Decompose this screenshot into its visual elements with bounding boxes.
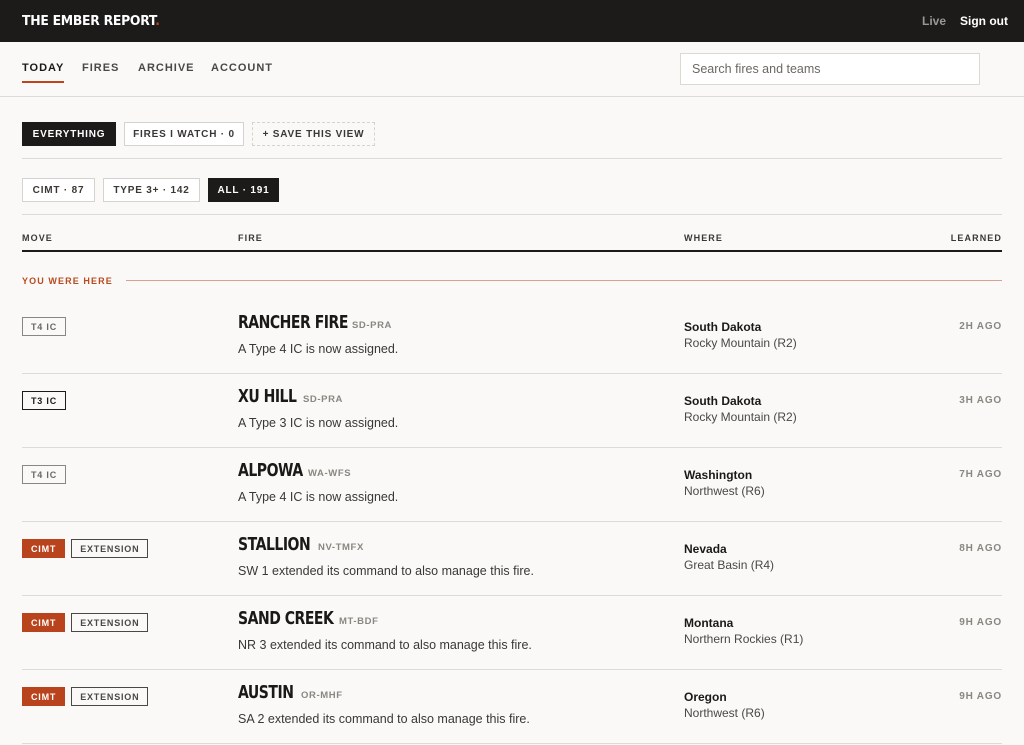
- main-nav: TODAY FIRES ARCHIVE ACCOUNT: [0, 42, 1024, 97]
- move-badge: CIMT: [22, 613, 66, 632]
- view-fires-i-watch[interactable]: FIRES I WATCH · 0: [124, 122, 244, 146]
- tab-label: TODAY: [22, 62, 65, 74]
- location-region: Rocky Mountain (R2): [684, 410, 797, 424]
- fire-name-link[interactable]: XU HILL: [238, 387, 297, 407]
- location-region: Northwest (R6): [684, 484, 765, 498]
- move-badges: CIMT EXTENSION: [22, 687, 149, 706]
- fire-name-link[interactable]: STALLION: [238, 535, 311, 555]
- view-everything[interactable]: EVERYTHING: [22, 122, 116, 146]
- move-badge: CIMT: [22, 687, 66, 706]
- active-tab-underline: [22, 81, 65, 83]
- tab-today[interactable]: TODAY: [22, 62, 65, 83]
- sign-out-link[interactable]: Sign out: [960, 14, 1008, 28]
- header-rule: [22, 250, 1002, 252]
- table-row[interactable]: CIMT EXTENSION AUSTIN OR-MHF SA 2 extended i…: [22, 670, 1002, 744]
- move-badge: T4 IC: [22, 465, 67, 484]
- move-badges: CIMT EXTENSION: [22, 539, 149, 558]
- fire-code: OR-MHF: [301, 690, 343, 701]
- table-row[interactable]: T4 IC ALPOWA WA-WFS A Type 4 IC is now assi…: [22, 448, 1002, 522]
- location-region: Northern Rockies (R1): [684, 632, 804, 646]
- fire-code: WA-WFS: [308, 468, 352, 479]
- learned-time: 9H AGO: [959, 691, 1002, 702]
- column-header-learned: LEARNED: [950, 233, 1002, 243]
- fire-name-link[interactable]: RANCHER FIRE: [238, 313, 348, 333]
- fire-description: A Type 4 IC is now assigned.: [238, 490, 399, 504]
- location-state: South Dakota: [684, 394, 762, 408]
- divider: [22, 214, 1002, 215]
- brand-name: THE EMBER REPORT: [22, 13, 156, 29]
- move-badge: T3 IC: [22, 391, 67, 410]
- location-region: Rocky Mountain (R2): [684, 336, 797, 350]
- move-badge: CIMT: [22, 539, 66, 558]
- live-link[interactable]: Live: [922, 14, 946, 28]
- brand-logo[interactable]: THE EMBER REPORT.: [22, 13, 160, 29]
- learned-time: 9H AGO: [959, 617, 1002, 628]
- location-state: Montana: [684, 616, 734, 630]
- fire-code: SD-PRA: [303, 394, 344, 405]
- move-badge: EXTENSION: [71, 687, 149, 706]
- you-were-here-line: [126, 280, 1002, 281]
- fire-description: A Type 4 IC is now assigned.: [238, 342, 399, 356]
- move-badges: T4 IC: [22, 465, 67, 484]
- column-header-move: MOVE: [22, 233, 53, 243]
- tab-account[interactable]: ACCOUNT: [211, 62, 273, 74]
- save-view-button[interactable]: + SAVE THIS VIEW: [252, 122, 375, 146]
- fire-description: SW 1 extended its command to also manage…: [238, 564, 534, 578]
- move-badges: CIMT EXTENSION: [22, 613, 149, 632]
- filter-cimt[interactable]: CIMT · 87: [22, 178, 95, 202]
- column-header-where: WHERE: [684, 233, 723, 243]
- fire-name-link[interactable]: SAND CREEK: [238, 609, 334, 629]
- location-state: Nevada: [684, 542, 727, 556]
- location-state: Oregon: [684, 690, 727, 704]
- learned-time: 8H AGO: [959, 543, 1002, 554]
- brand-dot: .: [155, 13, 160, 29]
- learned-time: 3H AGO: [959, 395, 1002, 406]
- location-region: Great Basin (R4): [684, 558, 775, 572]
- location-region: Northwest (R6): [684, 706, 765, 720]
- table-row[interactable]: T3 IC XU HILL SD-PRA A Type 3 IC is now ass…: [22, 374, 1002, 448]
- fire-code: SD-PRA: [352, 320, 393, 331]
- move-badges: T4 IC: [22, 317, 67, 336]
- tab-archive[interactable]: ARCHIVE: [138, 62, 195, 74]
- search-input[interactable]: [680, 53, 980, 85]
- you-were-here-label: YOU WERE HERE: [22, 276, 113, 286]
- learned-time: 7H AGO: [959, 469, 1002, 480]
- divider: [22, 158, 1002, 159]
- location-state: South Dakota: [684, 320, 762, 334]
- table-row[interactable]: CIMT EXTENSION STALLION NV-TMFX SW 1 extende…: [22, 522, 1002, 596]
- fire-name-link[interactable]: AUSTIN: [238, 683, 294, 703]
- fire-description: SA 2 extended its command to also manage…: [238, 712, 530, 726]
- top-bar: THE EMBER REPORT. Live Sign out: [0, 0, 1024, 42]
- fire-code: NV-TMFX: [318, 542, 364, 553]
- location-state: Washington: [684, 468, 753, 482]
- tab-fires[interactable]: FIRES: [82, 62, 119, 74]
- fire-name-link[interactable]: ALPOWA: [238, 461, 303, 481]
- fire-code: MT-BDF: [339, 616, 379, 627]
- move-badge: EXTENSION: [71, 613, 149, 632]
- filter-type3-plus[interactable]: TYPE 3+ · 142: [103, 178, 200, 202]
- move-badge: EXTENSION: [71, 539, 149, 558]
- fire-description: A Type 3 IC is now assigned.: [238, 416, 399, 430]
- move-badges: T3 IC: [22, 391, 67, 410]
- column-header-fire: FIRE: [238, 233, 263, 243]
- table-row[interactable]: T4 IC RANCHER FIRE SD-PRA A Type 4 IC is no…: [22, 300, 1002, 374]
- filter-all[interactable]: ALL · 191: [208, 178, 279, 202]
- move-badge: T4 IC: [22, 317, 67, 336]
- fire-description: NR 3 extended its command to also manage…: [238, 638, 532, 652]
- learned-time: 2H AGO: [959, 321, 1002, 332]
- table-row[interactable]: CIMT EXTENSION SAND CREEK MT-BDF NR 3 extend…: [22, 596, 1002, 670]
